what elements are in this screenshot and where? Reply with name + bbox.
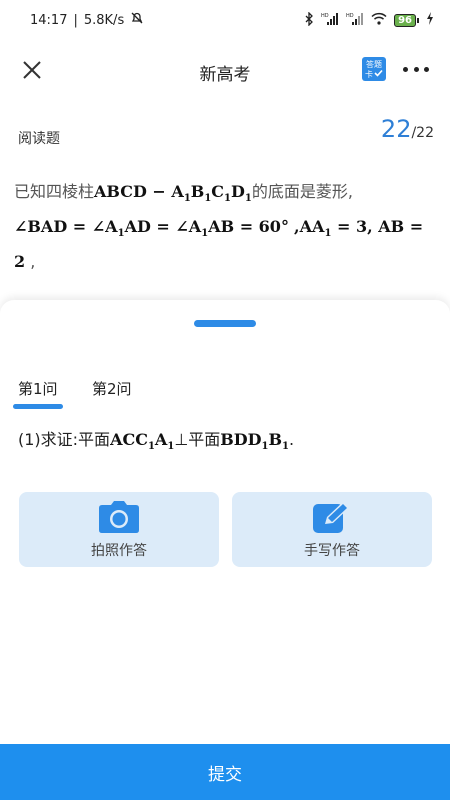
wifi-icon <box>371 12 387 28</box>
status-right: HD HD 96 <box>304 10 434 29</box>
more-dot-icon <box>413 67 419 72</box>
signal-tag-1: HD <box>321 13 329 19</box>
active-tab-indicator <box>13 404 63 409</box>
sub-question-prefix: (1)求证:平面 <box>18 430 111 449</box>
sub-question-suffix: . <box>289 430 295 449</box>
battery-indicator: 96 <box>394 13 419 27</box>
signal-tag-2: HD <box>346 13 354 19</box>
handwrite-answer-label: 手写作答 <box>304 542 360 559</box>
tab-question-1[interactable]: 第1问 <box>18 378 58 399</box>
signal-icon-2: HD <box>346 12 364 29</box>
handwrite-answer-button[interactable]: 手写作答 <box>232 492 432 567</box>
tab-question-2[interactable]: 第2问 <box>92 378 132 399</box>
page-current: 22 <box>380 115 412 143</box>
math-plane-1: ACC1A1 <box>110 430 175 453</box>
answer-sheet: 第1问 第2问 (1)求证:平面ACC1A1⊥平面BDD1B1. 拍照作答 手写… <box>0 300 450 745</box>
page-total: /22 <box>411 125 434 141</box>
answer-card-button[interactable]: 答题 卡 <box>362 57 386 81</box>
answer-card-text-1: 答题 <box>366 59 382 69</box>
more-dot-icon <box>424 67 429 72</box>
camera-icon <box>99 500 139 533</box>
status-time: 14:17 <box>30 12 68 28</box>
status-net-speed: 5.8K/s <box>83 12 125 28</box>
charging-icon <box>426 12 434 28</box>
photo-answer-label: 拍照作答 <box>91 542 147 559</box>
status-bar: 14:17 | 5.8K/s HD HD 96 <box>0 0 450 40</box>
question-type-label: 阅读题 <box>18 131 60 147</box>
bluetooth-icon <box>304 10 314 29</box>
signal-icon-1: HD <box>321 12 339 29</box>
more-dot-icon <box>403 67 408 72</box>
alarm-off-icon <box>130 11 144 29</box>
pen-icon <box>313 500 350 533</box>
battery-level: 96 <box>394 13 416 27</box>
math-prism: ABCD − A1B1C1D1 <box>94 182 252 205</box>
math-plane-2: BDD1B1 <box>220 430 290 453</box>
question-text-suffix: 的底面是菱形, <box>251 182 353 201</box>
more-options-button[interactable] <box>403 67 429 75</box>
sub-question-text: (1)求证:平面ACC1A1⊥平面BDD1B1. <box>18 426 294 452</box>
app-header: 新高考 答题 卡 <box>0 40 450 100</box>
photo-answer-button[interactable]: 拍照作答 <box>19 492 219 567</box>
answer-card-icon: 答题 卡 <box>362 57 386 81</box>
sheet-drag-handle[interactable] <box>194 320 256 327</box>
sub-question-middle: ⊥平面 <box>174 430 221 449</box>
question-text-prefix: 已知四棱柱 <box>14 182 95 201</box>
status-left: 14:17 | 5.8K/s <box>30 11 144 29</box>
question-comma: , <box>30 252 36 272</box>
status-separator: | <box>73 12 78 28</box>
math-angle-condition: ∠BAD = ∠A1AD = ∠A1AB = 60° <box>14 217 289 240</box>
close-button[interactable] <box>20 58 44 82</box>
submit-button[interactable]: 提交 <box>0 744 450 800</box>
close-icon <box>23 61 41 79</box>
answer-card-text-2: 卡 <box>365 69 373 79</box>
question-stem: 已知四棱柱ABCD − A1B1C1D1的底面是菱形, ∠BAD = ∠A1AD… <box>14 178 434 276</box>
battery-tip <box>417 17 419 23</box>
page-counter: 22 /22 <box>381 115 434 143</box>
